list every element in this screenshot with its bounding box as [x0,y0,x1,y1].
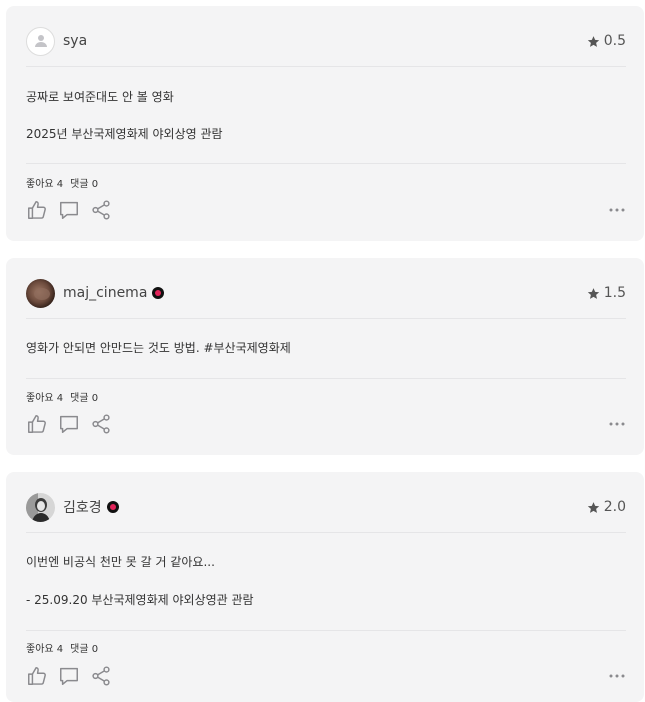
user-photo [26,492,55,522]
thumbs-up-icon [28,201,46,219]
more-icon [609,674,625,678]
review-actions [26,664,626,688]
rating: 1.5 [587,285,626,301]
review-actions [26,198,626,222]
thumbs-up-icon [28,667,46,685]
verified-badge-icon [106,501,119,513]
review-counts: 좋아요 4 댓글 0 [26,389,105,404]
share-icon [92,200,110,220]
comment-icon [60,201,78,219]
likes-count: 좋아요 4 [26,179,64,190]
review-counts: 좋아요 4 댓글 0 [26,640,105,655]
comment-button[interactable] [58,413,80,435]
share-icon [92,414,110,434]
avatar[interactable] [26,492,55,522]
avatar[interactable] [26,26,55,56]
default-user-icon [34,35,47,47]
review-header: 김호경 2.0 [26,492,626,522]
divider [26,318,626,319]
avatar[interactable] [26,278,55,308]
like-button[interactable] [26,413,48,435]
comments-count: 댓글 0 [70,644,99,655]
review-card: maj_cinema 1.5 영화가 안되면 안만드는 것도 방법. #부산국제… [6,258,644,455]
review-text-line: 영화가 안되면 안만드는 것도 방법. #부산국제영화제 [26,341,291,355]
comment-button[interactable] [58,665,80,687]
likes-count: 좋아요 4 [26,393,64,404]
comment-icon [60,415,78,433]
divider [26,163,626,164]
divider [26,630,626,631]
share-icon [92,666,110,686]
divider [26,532,626,533]
comments-count: 댓글 0 [70,179,99,190]
review-text-line: 공짜로 보여준대도 안 볼 영화 [26,90,174,104]
review-counts: 좋아요 4 댓글 0 [26,175,105,190]
review-header: maj_cinema 1.5 [26,278,626,308]
review-card: sya 0.5 공짜로 보여준대도 안 볼 영화 2025년 부산국제영화제 야… [6,6,644,241]
rating: 2.0 [587,499,626,515]
review-text-line: 이번엔 비공식 천만 못 갈 거 같아요... [26,555,215,569]
comments-count: 댓글 0 [70,393,99,404]
comment-button[interactable] [58,199,80,221]
rating-value: 1.5 [603,285,626,301]
more-icon [609,208,625,212]
star-icon [587,501,599,513]
star-icon [587,287,599,299]
rating-value: 0.5 [603,33,626,49]
like-button[interactable] [26,665,48,687]
comment-icon [60,667,78,685]
share-button[interactable] [90,665,112,687]
share-button[interactable] [90,413,112,435]
review-text-line: 2025년 부산국제영화제 야외상영 관람 [26,127,223,141]
rating: 0.5 [587,33,626,49]
verified-badge-icon [152,287,165,299]
more-icon [609,422,625,426]
divider [26,66,626,67]
review-actions [26,412,626,436]
like-button[interactable] [26,199,48,221]
rating-value: 2.0 [603,499,626,515]
username[interactable]: 김호경 [63,497,102,517]
username[interactable]: sya [63,33,87,49]
user-photo [26,278,55,308]
more-button[interactable] [608,421,626,427]
username[interactable]: maj_cinema [63,285,147,301]
star-icon [587,35,599,47]
share-button[interactable] [90,199,112,221]
divider [26,378,626,379]
more-button[interactable] [608,673,626,679]
review-text-line: - 25.09.20 부산국제영화제 야외상영관 관람 [26,593,254,607]
more-button[interactable] [608,207,626,213]
review-header: sya 0.5 [26,26,626,56]
review-card: 김호경 2.0 이번엔 비공식 천만 못 갈 거 같아요... - 25.09.… [6,472,644,702]
thumbs-up-icon [28,415,46,433]
likes-count: 좋아요 4 [26,644,64,655]
